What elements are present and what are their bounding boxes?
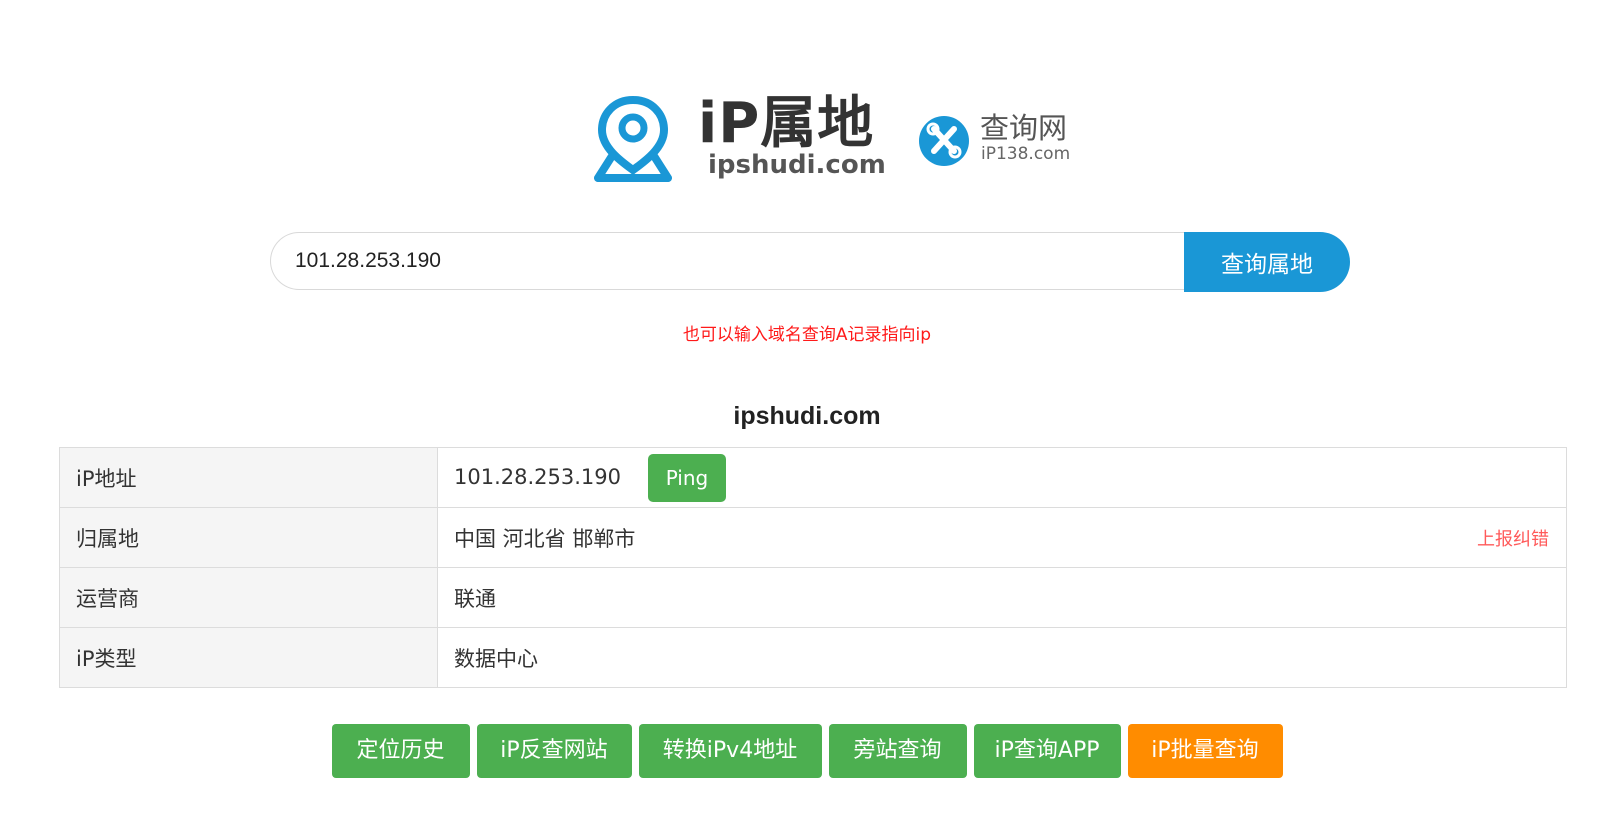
convert-ipv4-button[interactable]: 转换iPv4地址 [638,724,822,778]
tools-icon [919,116,969,166]
table-row: 运营商 联通 [59,567,1567,628]
row-label: iP类型 [59,627,438,688]
ip-reverse-lookup-button[interactable]: iP反查网站 [476,724,632,778]
location-cell: 中国 河北省 邯郸市 上报纠错 [437,507,1567,568]
location-pin-icon [594,96,672,182]
ip-search-input[interactable] [270,232,1185,290]
ip-address-cell: 101.28.253.190 Ping [437,447,1567,508]
location-history-button[interactable]: 定位历史 [331,724,470,778]
logo-row: iP属地 ipshudi.com 查询网 iP138.com [0,92,1614,192]
table-row: iP类型 数据中心 [59,627,1567,688]
sibling-site-query-button[interactable]: 旁站查询 [828,724,967,778]
isp-value: 联通 [437,567,1567,628]
ip-batch-query-button[interactable]: iP批量查询 [1127,724,1283,778]
table-row: iP地址 101.28.253.190 Ping [59,447,1567,508]
ip-info-table: iP地址 101.28.253.190 Ping 归属地 中国 河北省 邯郸市 … [59,447,1567,688]
ping-button[interactable]: Ping [647,453,727,502]
row-label: 归属地 [59,507,438,568]
logo-domain: ipshudi.com [708,150,886,180]
ip-type-value: 数据中心 [437,627,1567,688]
search-bar: 查询属地 [270,232,1353,294]
table-row: 归属地 中国 河北省 邯郸市 上报纠错 [59,507,1567,568]
search-hint: 也可以输入域名查询A记录指向ip [682,325,932,345]
ip-query-app-button[interactable]: iP查询APP [973,724,1121,778]
result-title: ipshudi.com [733,402,881,430]
logo-main-text: iP属地 [698,91,875,156]
ip-address-value: 101.28.253.190 [454,464,621,489]
secondary-logo-title: 查询网 [980,111,1068,145]
secondary-logo-domain: iP138.com [981,144,1071,164]
action-buttons: 定位历史 iP反查网站 转换iPv4地址 旁站查询 iP查询APP iP批量查询 [0,724,1614,778]
row-label: 运营商 [59,567,438,628]
location-value: 中国 河北省 邯郸市 [454,526,636,551]
query-button[interactable]: 查询属地 [1184,232,1350,292]
row-label: iP地址 [59,447,438,508]
report-error-link[interactable]: 上报纠错 [1477,525,1549,551]
